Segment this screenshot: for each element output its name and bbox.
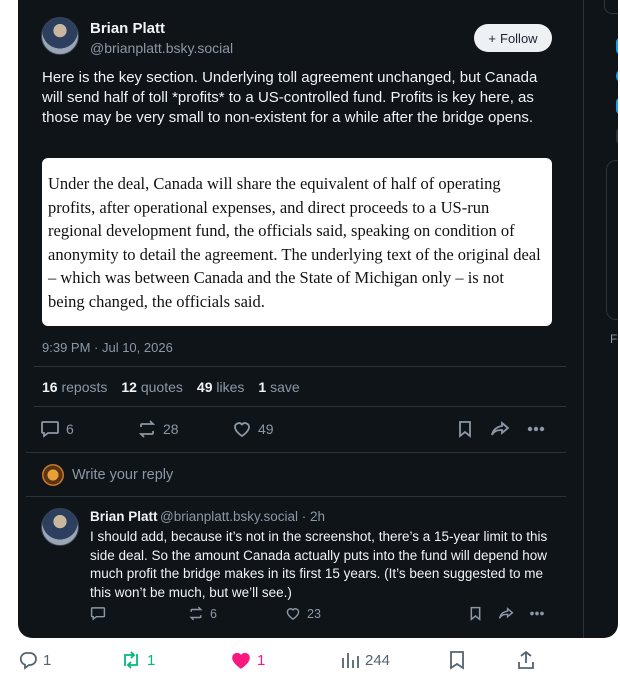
- reply-icon: [41, 421, 59, 438]
- more-options-button[interactable]: [528, 606, 546, 621]
- repost-icon: [124, 651, 138, 669]
- share-button[interactable]: [498, 606, 514, 621]
- heart-filled-icon: [232, 652, 250, 669]
- author-handle[interactable]: @brianplatt.bsky.social: [90, 40, 233, 56]
- reply-icon: [19, 652, 37, 670]
- divider: [34, 406, 566, 407]
- saves-stat[interactable]: 1 save: [258, 379, 299, 395]
- reply-count: 6: [66, 421, 74, 437]
- repost-count: 28: [163, 421, 179, 437]
- likes-stat[interactable]: 49 likes: [197, 379, 244, 395]
- follow-label: Follow: [500, 30, 538, 46]
- heart-icon: [234, 422, 250, 438]
- sort-icon[interactable]: [616, 38, 618, 54]
- sidebar-top-edge: [604, 0, 618, 14]
- x-views-count: 244: [365, 651, 391, 669]
- quotes-stat[interactable]: 12 quotes: [121, 379, 183, 395]
- heart-icon: [286, 608, 300, 620]
- divider: [34, 366, 566, 367]
- x-bookmark-button[interactable]: [448, 650, 466, 670]
- repost-icon: [138, 420, 156, 438]
- share-upload-icon: [518, 650, 534, 669]
- bookmark-icon: [450, 651, 464, 670]
- reply-button[interactable]: 6: [40, 420, 74, 438]
- x-share-button[interactable]: [516, 650, 536, 670]
- repost-icon: [189, 606, 203, 621]
- reply-author-meta[interactable]: @brianplatt.bsky.social · 2h: [160, 509, 325, 524]
- trending-box: [606, 160, 618, 320]
- repost-count: 6: [210, 606, 217, 621]
- add-feed-icon[interactable]: +: [616, 128, 618, 144]
- current-user-avatar: [42, 464, 64, 486]
- like-button[interactable]: 23: [285, 606, 321, 621]
- quoted-screenshot[interactable]: Under the deal, Canada will share the eq…: [42, 158, 552, 326]
- views-chart-icon: [342, 653, 359, 668]
- discover-icon[interactable]: [616, 68, 618, 84]
- reply-icon: [90, 607, 106, 621]
- post-text: Here is the key section. Underlying toll…: [42, 69, 538, 126]
- reply-author-name[interactable]: Brian Platt: [90, 509, 158, 524]
- bookmark-icon: [459, 421, 471, 438]
- bookmark-icon: [470, 606, 481, 621]
- feed-label[interactable]: Feed: [610, 332, 618, 346]
- quoted-text: Under the deal, Canada will share the eq…: [48, 174, 541, 311]
- author-name[interactable]: Brian Platt: [90, 20, 165, 37]
- share-icon: [498, 607, 514, 619]
- x-repost-count: 1: [147, 651, 156, 669]
- avatar[interactable]: [41, 508, 79, 546]
- reply-composer[interactable]: Write your reply: [42, 464, 552, 486]
- divider: [26, 496, 566, 497]
- reply-button[interactable]: [90, 606, 106, 621]
- x-reply-button[interactable]: 1: [18, 650, 51, 670]
- x-reply-count: 1: [43, 651, 52, 669]
- share-button[interactable]: [490, 420, 510, 438]
- x-like-button[interactable]: 1: [230, 650, 265, 670]
- like-button[interactable]: 49: [232, 420, 274, 438]
- x-views-button[interactable]: 244: [340, 650, 390, 670]
- share-icon: [491, 421, 510, 436]
- reply-placeholder: Write your reply: [72, 467, 174, 483]
- more-icon: [530, 611, 544, 616]
- like-count: 49: [258, 421, 274, 437]
- plus-icon: +: [488, 30, 496, 46]
- reposts-stat[interactable]: 16 reposts: [42, 379, 107, 395]
- x-repost-button[interactable]: 1: [120, 650, 155, 670]
- right-sidebar: + 1. 2. 3. 4. 5. Feed: [583, 0, 618, 638]
- more-options-button[interactable]: [526, 420, 546, 438]
- avatar[interactable]: [41, 17, 79, 55]
- repost-button[interactable]: 28: [137, 420, 179, 438]
- post-timestamp[interactable]: 9:39 PM · Jul 10, 2026: [42, 340, 173, 355]
- more-icon: [527, 426, 545, 432]
- follow-button[interactable]: + Follow: [474, 24, 552, 52]
- x-like-count: 1: [257, 651, 266, 669]
- bookmark-button[interactable]: [468, 606, 483, 621]
- engagement-stats: 16 reposts 12 quotes 49 likes 1 save: [42, 379, 300, 395]
- repost-button[interactable]: 6: [188, 606, 217, 621]
- divider: [26, 452, 566, 453]
- reply-text: I should add, because it’s not in the sc…: [90, 529, 548, 600]
- like-count: 23: [307, 606, 321, 621]
- bookmark-button[interactable]: [456, 420, 474, 438]
- heart-feed-icon[interactable]: [616, 98, 618, 114]
